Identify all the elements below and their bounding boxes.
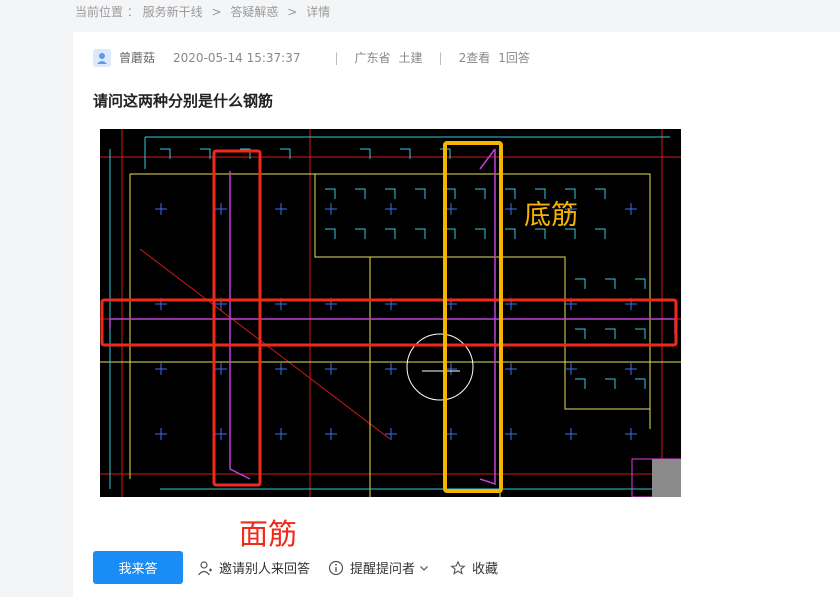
answer-button[interactable]: 我来答 <box>93 551 183 584</box>
view-count: 2查看 <box>458 51 491 65</box>
meta-divider: | <box>438 51 443 65</box>
chevron-down-icon <box>420 565 428 571</box>
favorite-button[interactable]: 收藏 <box>450 558 498 577</box>
favorite-label: 收藏 <box>472 562 499 577</box>
post-datetime: 2020-05-14 15:37:37 <box>173 51 301 65</box>
breadcrumb-prefix: 当前位置 ： <box>75 5 139 19</box>
meta-divider: | <box>334 51 339 65</box>
answer-count: 1回答 <box>498 51 530 65</box>
author-name[interactable]: 曾蘑菇 <box>119 48 155 68</box>
breadcrumb-separator: > <box>211 5 222 19</box>
breadcrumb-separator: > <box>287 5 298 19</box>
region: 广东省 <box>354 51 391 65</box>
question-meta: 曾蘑菇 2020-05-14 15:37:37 | 广东省 土建 | 2查看 1… <box>93 48 530 68</box>
avatar[interactable] <box>93 49 111 67</box>
bottom-rebar-label: 底筋 <box>524 200 578 231</box>
user-avatar-icon <box>97 53 107 64</box>
invite-answer-label: 邀请别人来回答 <box>219 562 311 577</box>
info-icon <box>328 560 344 575</box>
breadcrumb: 当前位置 ： 服务新干线 > 答疑解惑 > 详情 <box>75 2 330 22</box>
user-invite-icon <box>198 560 212 575</box>
category: 土建 <box>398 51 423 65</box>
question-title: 请问这两种分别是什么钢筋 <box>93 92 274 110</box>
breadcrumb-item-service[interactable]: 服务新干线 <box>143 5 203 19</box>
breadcrumb-item-detail: 详情 <box>306 5 331 19</box>
star-icon <box>450 559 466 575</box>
remind-asker-button[interactable]: 提醒提问者 <box>328 558 430 577</box>
question-card: 曾蘑菇 2020-05-14 15:37:37 | 广东省 土建 | 2查看 1… <box>73 32 840 597</box>
invite-answer-button[interactable]: 邀请别人来回答 <box>197 558 310 577</box>
remind-asker-label: 提醒提问者 <box>350 562 416 577</box>
answer-actions: 我来答 邀请别人来回答 提醒提问者 收藏 <box>93 551 498 584</box>
top-rebar-label: 面筋 <box>239 517 298 551</box>
question-image[interactable] <box>100 129 681 497</box>
breadcrumb-item-qa[interactable]: 答疑解惑 <box>230 5 278 19</box>
